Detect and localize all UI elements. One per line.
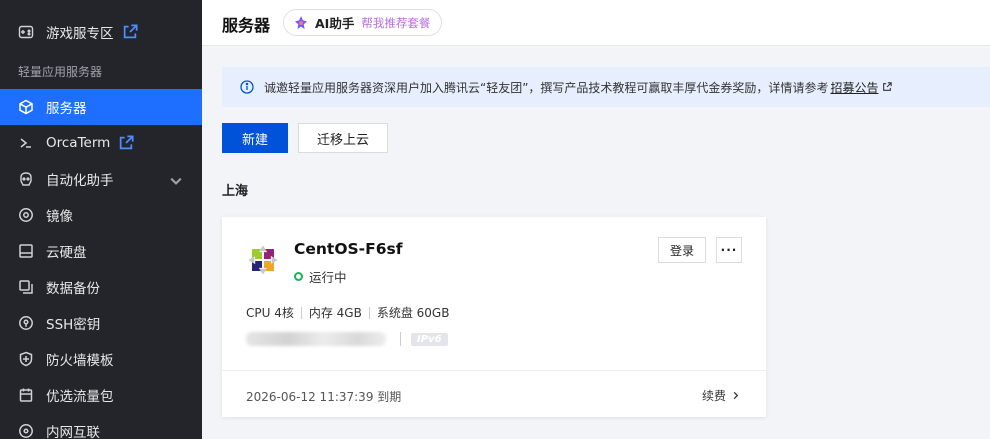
sidebar-item-label: 数据备份 <box>46 281 100 297</box>
chevron-down-icon <box>170 177 182 185</box>
terminal-icon <box>17 134 35 152</box>
disc-icon <box>17 206 35 224</box>
sidebar-item-label: 游戏服专区 <box>46 26 114 42</box>
ipv6-badge: IPv6 <box>411 332 448 346</box>
sidebar-item-label: SSH密钥 <box>46 317 101 333</box>
spec-disk: 系统盘 60GB <box>376 306 450 320</box>
sidebar-item-automation[interactable]: 自动化助手 <box>0 161 202 197</box>
disk-icon <box>17 242 35 260</box>
status-text: 运行中 <box>309 270 347 285</box>
sidebar-item-servers[interactable]: 服务器 <box>0 89 202 125</box>
gamepad-icon <box>17 23 35 41</box>
external-link-icon <box>120 135 134 150</box>
sidebar-item-firewall[interactable]: 防火墙模板 <box>0 341 202 377</box>
page-title: 服务器 <box>222 16 271 35</box>
expire-time: 2026-06-12 11:37:39 到期 <box>246 390 402 404</box>
more-actions-button[interactable]: ··· <box>716 237 742 263</box>
info-icon <box>240 80 254 94</box>
login-button[interactable]: 登录 <box>658 237 706 263</box>
notice-link[interactable]: 招募公告 <box>830 79 878 96</box>
divider <box>400 332 401 346</box>
region-label: 上海 <box>222 184 249 199</box>
network-icon <box>17 422 35 439</box>
robot-icon <box>17 170 35 188</box>
divider <box>300 306 302 319</box>
create-button[interactable]: 新建 <box>222 123 288 153</box>
sidebar-item-label: OrcaTerm <box>46 135 111 151</box>
sidebar-item-images[interactable]: 镜像 <box>0 197 202 233</box>
sidebar-item-label: 自动化助手 <box>46 173 114 189</box>
instance-card[interactable]: CentOS-F6sf 运行中 登录 ··· CPU 4核 内存 4GB 系统盘… <box>222 217 766 417</box>
sidebar-item-label: 云硬盘 <box>46 245 87 261</box>
sidebar-item-intranet[interactable]: 内网互联 <box>0 413 202 439</box>
ip-row: IPv6 <box>246 332 448 346</box>
sidebar-item-backup[interactable]: 数据备份 <box>0 269 202 305</box>
sidebar-item-game-zone[interactable]: 游戏服专区 <box>0 14 202 50</box>
renew-label: 续费 <box>702 389 727 403</box>
renew-button[interactable]: 续费 <box>702 387 740 404</box>
sidebar-item-orcaterm[interactable]: OrcaTerm <box>0 125 202 161</box>
sidebar-item-ssh-keys[interactable]: SSH密钥 <box>0 305 202 341</box>
shield-icon <box>17 350 35 368</box>
notice-text: 诚邀轻量应用服务器资深用户加入腾讯云“轻友团”，撰写产品技术教程可赢取丰厚代金券… <box>264 80 829 95</box>
sidebar-group-label: 轻量应用服务器 <box>18 65 103 79</box>
page-header: 服务器 AI助手 帮我推荐套餐 <box>202 0 990 46</box>
sidebar-item-traffic-package[interactable]: 优选流量包 <box>0 377 202 413</box>
sidebar-item-label: 内网互联 <box>46 425 100 439</box>
sidebar-item-label: 防火墙模板 <box>46 353 114 369</box>
external-link-icon <box>123 24 138 39</box>
sidebar-item-label: 服务器 <box>46 101 87 117</box>
instance-name[interactable]: CentOS-F6sf <box>294 240 402 258</box>
sidebar-item-cloud-disk[interactable]: 云硬盘 <box>0 233 202 269</box>
status-badge: 运行中 <box>294 267 347 286</box>
ai-assistant-subtitle: 帮我推荐套餐 <box>361 15 431 30</box>
ai-assistant-icon <box>295 15 307 29</box>
sidebar-item-label: 优选流量包 <box>46 389 114 405</box>
centos-logo-icon <box>248 245 278 275</box>
ip-address-redacted <box>246 332 386 346</box>
package-icon <box>17 386 35 404</box>
notice-banner: 诚邀轻量应用服务器资深用户加入腾讯云“轻友团”，撰写产品技术教程可赢取丰厚代金券… <box>222 67 990 107</box>
chevron-right-icon <box>733 391 739 400</box>
backup-icon <box>17 278 35 296</box>
spec-memory: 内存 4GB <box>308 306 362 320</box>
instance-specs: CPU 4核 内存 4GB 系统盘 60GB <box>246 304 449 321</box>
migrate-button[interactable]: 迁移上云 <box>298 123 388 153</box>
external-link-icon[interactable] <box>882 82 893 92</box>
spec-cpu: CPU 4核 <box>246 306 294 320</box>
ai-assistant-name: AI助手 <box>315 16 355 31</box>
sidebar: 游戏服专区 轻量应用服务器 服务器 OrcaTerm 自动化助手 镜像 云硬盘 <box>0 0 202 439</box>
sidebar-item-label: 镜像 <box>46 209 73 225</box>
divider <box>222 370 766 371</box>
key-icon <box>17 314 35 332</box>
ai-assistant-button[interactable]: AI助手 帮我推荐套餐 <box>283 9 442 36</box>
divider <box>368 306 370 319</box>
cube-icon <box>17 98 35 116</box>
status-running-icon <box>294 272 303 281</box>
